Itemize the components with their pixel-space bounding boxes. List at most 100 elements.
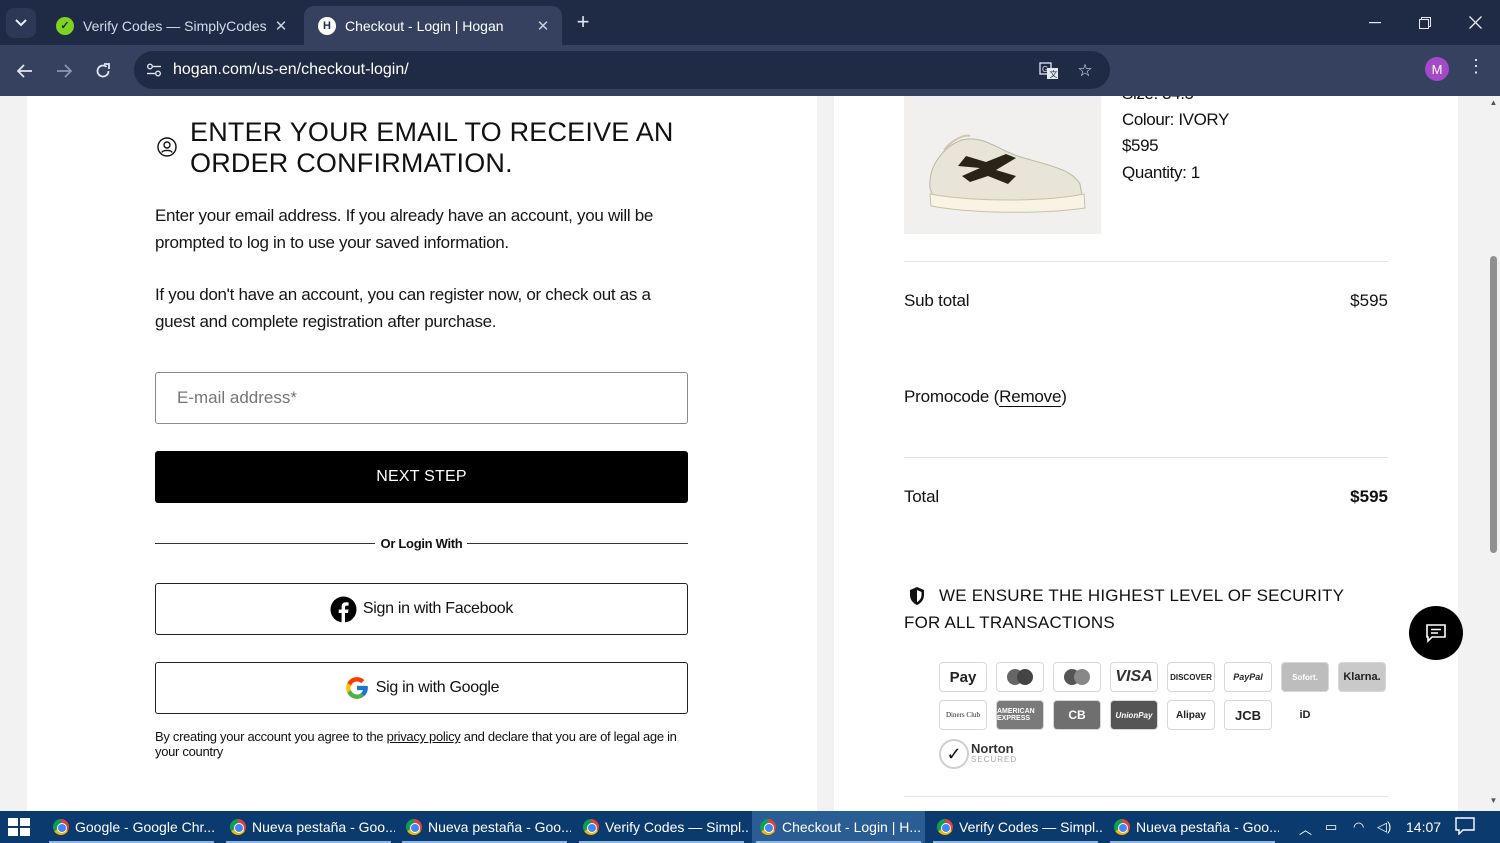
forward-button[interactable] xyxy=(50,57,78,85)
google-signin-button[interactable]: Sig in with Google xyxy=(155,662,688,714)
tab-checkout-hogan[interactable]: H Checkout - Login | Hogan ✕ xyxy=(304,6,562,45)
tab-strip: ✓ Verify Codes — SimplyCodes ✕ H Checkou… xyxy=(0,0,1500,45)
windows-taskbar: Google - Google Chr... Nueva pestaña - G… xyxy=(0,811,1500,843)
taskbar-item[interactable]: Nueva pestaña - Goo... xyxy=(222,811,395,843)
american-express-icon: AMERICAN EXPRESS xyxy=(996,700,1044,730)
visa-icon: VISA xyxy=(1110,662,1158,692)
close-tab-icon[interactable]: ✕ xyxy=(268,17,294,35)
taskbar-item-label: Verify Codes — Simpl... xyxy=(959,819,1102,835)
cb-icon: CB xyxy=(1053,700,1101,730)
legal-disclaimer: By creating your account you agree to th… xyxy=(155,729,695,759)
minimize-button[interactable] xyxy=(1350,0,1400,45)
volume-icon[interactable]: ◁) xyxy=(1377,819,1391,835)
simplycodes-favicon-icon: ✓ xyxy=(56,16,74,35)
taskbar-item[interactable]: Google - Google Chr... xyxy=(45,811,218,843)
or-login-with-divider: Or Login With xyxy=(155,533,688,553)
chrome-icon xyxy=(1114,819,1130,835)
page-scrollbar[interactable]: ▲ ▼ xyxy=(1487,96,1500,811)
chevron-down-icon xyxy=(15,19,27,27)
login-paragraph-2: If you don't have an account, you can re… xyxy=(155,285,651,331)
taskbar-item[interactable]: Verify Codes — Simpl... xyxy=(575,811,748,843)
taskbar-item[interactable]: Nueva pestaña - Goo... xyxy=(398,811,571,843)
bookmark-star-icon[interactable]: ☆ xyxy=(1074,60,1096,82)
next-step-button[interactable]: NEXT STEP xyxy=(155,451,688,503)
minimize-icon xyxy=(1369,21,1381,23)
site-settings-icon[interactable] xyxy=(144,60,164,80)
battery-icon[interactable]: ▭ xyxy=(1325,819,1337,835)
taskbar-item-active[interactable]: Checkout - Login | H... xyxy=(752,811,925,843)
tab-title: Verify Codes — SimplyCodes xyxy=(83,17,267,34)
taskbar-item-label: Checkout - Login | H... xyxy=(782,819,922,835)
scrollbar-thumb[interactable] xyxy=(1490,256,1497,553)
taskbar-item-label: Nueva pestaña - Goo... xyxy=(252,819,395,835)
sofort-icon: Sofort. xyxy=(1281,662,1329,692)
divider-line-right xyxy=(467,543,688,544)
email-heading: ENTER YOUR EMAIL TO RECEIVE AN ORDER CON… xyxy=(157,117,710,179)
maestro-circles-icon xyxy=(1007,669,1033,685)
google-signin-label: Sig in with Google xyxy=(375,679,500,696)
legal-prefix: By creating your account you agree to th… xyxy=(155,729,387,744)
chrome-icon xyxy=(406,819,422,835)
url-text: hogan.com/us-en/checkout-login/ xyxy=(173,61,409,78)
taskbar-item[interactable]: Nueva pestaña - Goo... xyxy=(1106,811,1279,843)
product-image xyxy=(904,96,1101,234)
arrow-left-icon xyxy=(17,64,32,78)
mastercard-icon xyxy=(1053,662,1101,692)
chat-icon xyxy=(1426,624,1446,643)
browser-toolbar: hogan.com/us-en/checkout-login/ G文 ☆ G U… xyxy=(0,45,1500,125)
windows-start-icon[interactable] xyxy=(8,818,30,836)
chat-button[interactable] xyxy=(1409,606,1463,660)
facebook-signin-button[interactable]: Sign in with Facebook xyxy=(155,583,688,635)
login-panel: ENTER YOUR EMAIL TO RECEIVE AN ORDER CON… xyxy=(27,96,817,811)
discover-icon: DISCOVER xyxy=(1167,662,1215,692)
svg-text:G: G xyxy=(1042,65,1048,74)
taskbar-item-label: Verify Codes — Simpl... xyxy=(605,819,748,835)
chrome-icon xyxy=(937,819,953,835)
taskbar-item[interactable]: Verify Codes — Simpl... xyxy=(929,811,1102,843)
translate-icon[interactable]: G文 xyxy=(1038,60,1060,82)
arrow-right-icon xyxy=(57,64,72,78)
tab-title: Checkout - Login | Hogan xyxy=(345,17,504,34)
summary-divider xyxy=(904,457,1388,458)
klarna-icon: Klarna. xyxy=(1338,662,1386,692)
svg-text:文: 文 xyxy=(1050,69,1058,79)
taskbar-item-label: Nueva pestaña - Goo... xyxy=(1136,819,1279,835)
ideal-icon: iD xyxy=(1281,700,1329,730)
chrome-icon xyxy=(53,819,69,835)
restore-icon xyxy=(1419,16,1431,29)
alipay-icon: Alipay xyxy=(1167,700,1215,730)
norton-secured-badge: ✓ Norton SECURED xyxy=(939,737,1025,771)
restore-button[interactable] xyxy=(1400,0,1450,45)
promocode-close: ) xyxy=(1061,387,1067,406)
profile-avatar[interactable]: M xyxy=(1425,57,1449,81)
notifications-icon[interactable] xyxy=(1455,817,1475,838)
tune-icon xyxy=(147,63,161,77)
scroll-down-icon[interactable]: ▼ xyxy=(1489,796,1498,805)
promocode-row: Promocode (Remove) xyxy=(904,387,1067,407)
new-tab-button[interactable]: + xyxy=(570,10,596,36)
hogan-favicon-icon: H xyxy=(318,16,336,35)
promocode-label: Promocode ( xyxy=(904,387,1000,406)
privacy-policy-link[interactable]: privacy policy xyxy=(387,729,461,744)
norton-check-icon: ✓ xyxy=(939,739,969,769)
total-label: Total xyxy=(904,487,939,506)
close-window-button[interactable] xyxy=(1450,0,1500,45)
address-bar[interactable]: hogan.com/us-en/checkout-login/ G文 ☆ xyxy=(134,51,1110,89)
user-icon xyxy=(157,137,177,157)
tab-search-button[interactable] xyxy=(6,8,36,38)
close-icon xyxy=(1468,16,1482,29)
product-size: Size: 34.5 xyxy=(1122,96,1194,104)
promocode-remove-link[interactable]: Remove xyxy=(999,387,1061,406)
tray-chevron-up-icon[interactable]: ︿ xyxy=(1299,819,1312,838)
email-input[interactable] xyxy=(155,372,688,424)
reload-button[interactable] xyxy=(89,57,117,85)
scroll-up-icon[interactable]: ▲ xyxy=(1489,98,1498,107)
tab-verify-codes[interactable]: ✓ Verify Codes — SimplyCodes ✕ xyxy=(42,6,300,45)
taskbar-item-label: Nueva pestaña - Goo... xyxy=(428,819,571,835)
notification-bubble-icon xyxy=(1455,817,1475,836)
browser-menu-icon[interactable]: ⋮ xyxy=(1466,56,1486,82)
close-tab-icon[interactable]: ✕ xyxy=(530,17,556,35)
clock[interactable]: 14:07 xyxy=(1406,819,1441,835)
wifi-icon[interactable]: ◠ xyxy=(1353,819,1364,835)
back-button[interactable] xyxy=(11,57,39,85)
